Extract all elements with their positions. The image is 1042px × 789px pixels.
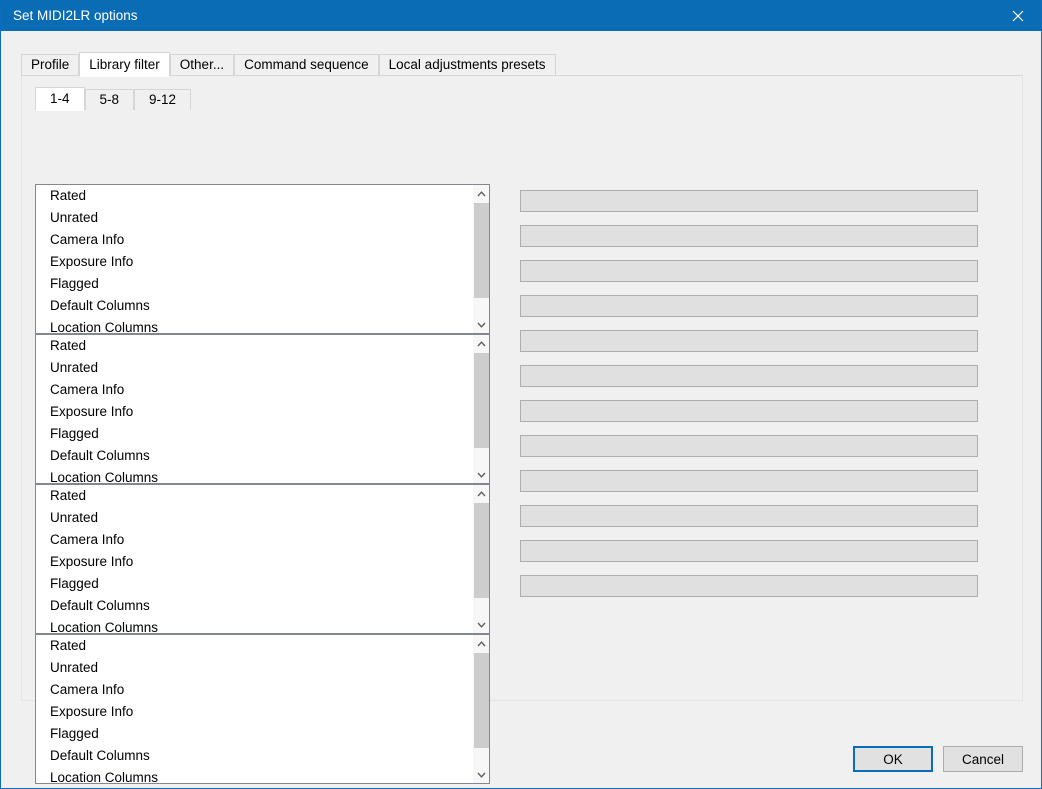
- listbox-items: Rated Unrated Camera Info Exposure Info Flag…: [36, 485, 471, 633]
- list-item[interactable]: Unrated: [36, 657, 471, 679]
- subtab-9-12[interactable]: 9-12: [134, 89, 192, 110]
- scrollbar-thumb[interactable]: [474, 503, 489, 598]
- list-item[interactable]: Default Columns: [36, 445, 471, 467]
- tab-library-filter[interactable]: Library filter: [79, 52, 170, 77]
- list-item[interactable]: Rated: [36, 485, 471, 507]
- chevron-up-icon[interactable]: [473, 485, 489, 502]
- filter-value-field-7[interactable]: [520, 400, 978, 422]
- list-item[interactable]: Camera Info: [36, 679, 471, 701]
- main-tab-strip: Profile Library filter Other... Command …: [21, 52, 556, 77]
- filter-value-field-2[interactable]: [520, 225, 978, 247]
- filter-value-field-6[interactable]: [520, 365, 978, 387]
- listbox-items: Rated Unrated Camera Info Exposure Info Flag…: [36, 185, 471, 333]
- filter-value-field-1[interactable]: [520, 190, 978, 212]
- list-item[interactable]: Rated: [36, 335, 471, 357]
- cancel-button[interactable]: Cancel: [943, 746, 1023, 772]
- vertical-scrollbar[interactable]: [472, 485, 489, 633]
- sub-tab-strip: 1-4 5-8 9-12: [35, 87, 192, 111]
- list-item[interactable]: Flagged: [36, 573, 471, 595]
- title-bar: Set MIDI2LR options: [1, 1, 1041, 31]
- vertical-scrollbar[interactable]: [472, 635, 489, 783]
- chevron-down-icon[interactable]: [473, 766, 489, 783]
- list-item[interactable]: Flagged: [36, 273, 471, 295]
- library-filter-panel: 1-4 5-8 9-12 Rated Unrated Camera Info Expo…: [21, 75, 1023, 784]
- dialog-window: Set MIDI2LR options Profile Library filt…: [0, 0, 1042, 789]
- chevron-down-icon[interactable]: [473, 466, 489, 483]
- list-item[interactable]: Location Columns: [36, 767, 471, 783]
- filter-value-field-8[interactable]: [520, 435, 978, 457]
- ok-button[interactable]: OK: [853, 746, 933, 772]
- vertical-scrollbar[interactable]: [472, 185, 489, 333]
- filter-value-field-12[interactable]: [520, 575, 978, 597]
- listbox-items: Rated Unrated Camera Info Exposure Info Flag…: [36, 635, 471, 783]
- filter-value-field-9[interactable]: [520, 470, 978, 492]
- list-item[interactable]: Rated: [36, 185, 471, 207]
- tab-command-sequence[interactable]: Command sequence: [234, 54, 379, 76]
- list-item[interactable]: Camera Info: [36, 529, 471, 551]
- list-item[interactable]: Exposure Info: [36, 251, 471, 273]
- subtab-1-4[interactable]: 1-4: [35, 87, 85, 111]
- list-item[interactable]: Camera Info: [36, 379, 471, 401]
- filter-listbox-4[interactable]: Rated Unrated Camera Info Exposure Info Flag…: [35, 634, 490, 784]
- list-item[interactable]: Default Columns: [36, 295, 471, 317]
- list-item[interactable]: Rated: [36, 635, 471, 657]
- list-item[interactable]: Location Columns: [36, 617, 471, 633]
- subtab-5-8[interactable]: 5-8: [84, 89, 135, 110]
- list-item[interactable]: Location Columns: [36, 317, 471, 333]
- list-item[interactable]: Default Columns: [36, 595, 471, 617]
- chevron-down-icon[interactable]: [473, 616, 489, 633]
- filter-listbox-2[interactable]: Rated Unrated Camera Info Exposure Info Flag…: [35, 334, 490, 484]
- list-item[interactable]: Unrated: [36, 207, 471, 229]
- tab-other[interactable]: Other...: [169, 54, 235, 76]
- scrollbar-thumb[interactable]: [474, 203, 489, 298]
- list-item[interactable]: Exposure Info: [36, 401, 471, 423]
- filter-value-field-11[interactable]: [520, 540, 978, 562]
- chevron-up-icon[interactable]: [473, 185, 489, 202]
- scrollbar-thumb[interactable]: [474, 653, 489, 748]
- filter-listbox-3[interactable]: Rated Unrated Camera Info Exposure Info Flag…: [35, 484, 490, 634]
- list-item[interactable]: Flagged: [36, 723, 471, 745]
- filter-value-field-4[interactable]: [520, 295, 978, 317]
- tab-local-adjustments-presets[interactable]: Local adjustments presets: [378, 54, 556, 76]
- filter-value-field-3[interactable]: [520, 260, 978, 282]
- scrollbar-thumb[interactable]: [474, 353, 489, 448]
- tab-profile[interactable]: Profile: [21, 54, 80, 76]
- list-item[interactable]: Exposure Info: [36, 701, 471, 723]
- chevron-down-icon[interactable]: [473, 316, 489, 333]
- list-item[interactable]: Unrated: [36, 357, 471, 379]
- list-item[interactable]: Camera Info: [36, 229, 471, 251]
- vertical-scrollbar[interactable]: [472, 335, 489, 483]
- close-icon[interactable]: [995, 1, 1041, 31]
- filter-value-field-5[interactable]: [520, 330, 978, 352]
- list-item[interactable]: Exposure Info: [36, 551, 471, 573]
- listbox-items: Rated Unrated Camera Info Exposure Info Flag…: [36, 335, 471, 483]
- chevron-up-icon[interactable]: [473, 635, 489, 652]
- window-title: Set MIDI2LR options: [13, 8, 138, 23]
- filter-listbox-1[interactable]: Rated Unrated Camera Info Exposure Info Flag…: [35, 184, 490, 334]
- chevron-up-icon[interactable]: [473, 335, 489, 352]
- filter-value-field-10[interactable]: [520, 505, 978, 527]
- list-item[interactable]: Location Columns: [36, 467, 471, 483]
- list-item[interactable]: Flagged: [36, 423, 471, 445]
- list-item[interactable]: Default Columns: [36, 745, 471, 767]
- list-item[interactable]: Unrated: [36, 507, 471, 529]
